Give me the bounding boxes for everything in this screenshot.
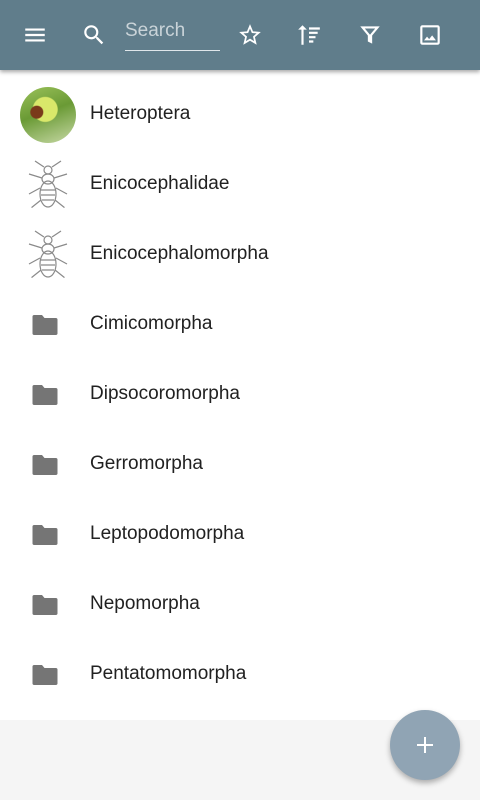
list-item[interactable]: Heteroptera — [0, 70, 480, 143]
list-item-label: Nepomorpha — [90, 593, 200, 614]
search-input[interactable] — [125, 16, 220, 46]
toolbar — [0, 0, 480, 70]
list-item-label: Heteroptera — [90, 103, 191, 124]
folder-icon — [32, 524, 58, 546]
folder-icon — [32, 384, 58, 406]
image-icon — [420, 25, 440, 45]
list-item[interactable]: Pentatomomorpha — [0, 630, 480, 700]
list-item-label: Cimicomorpha — [90, 313, 213, 334]
folder-icon — [32, 664, 58, 686]
taxon-photo — [20, 87, 76, 143]
app: Heteroptera Enicocephalidae — [0, 0, 480, 800]
sort-icon — [298, 25, 320, 45]
list-item-label: Dipsocoromorpha — [90, 383, 240, 404]
list-item-label: Pentatomomorpha — [90, 663, 247, 684]
list-item-label: Enicocephalidae — [90, 173, 230, 194]
favorites-button[interactable] — [232, 17, 268, 53]
list-item-label: Leptopodomorpha — [90, 523, 245, 544]
star-outline-icon — [239, 24, 261, 45]
filter-icon — [360, 26, 380, 44]
plus-icon — [417, 737, 433, 753]
taxon-drawing — [20, 227, 76, 283]
list-item[interactable]: Nepomorpha — [0, 560, 480, 630]
list-item-label: Gerromorpha — [90, 453, 203, 474]
taxon-drawing — [20, 157, 76, 213]
image-button[interactable] — [412, 17, 448, 53]
folder-icon — [32, 594, 58, 616]
search-icon — [84, 25, 104, 45]
list-item[interactable]: Gerromorpha — [0, 420, 480, 490]
taxon-list: Heteroptera Enicocephalidae Enicocephalo… — [0, 70, 480, 720]
menu-icon — [25, 28, 45, 42]
list-item[interactable]: Enicocephalomorpha — [0, 210, 480, 283]
folder-icon — [32, 314, 58, 336]
list-item[interactable]: Leptopodomorpha — [0, 490, 480, 560]
list-item[interactable]: Dipsocoromorpha — [0, 350, 480, 420]
search-field[interactable] — [125, 16, 220, 51]
filter-button[interactable] — [352, 17, 388, 53]
list-item-label: Enicocephalomorpha — [90, 243, 269, 264]
folder-icon — [32, 454, 58, 476]
search-button[interactable] — [76, 17, 112, 53]
list-item[interactable]: Cimicomorpha — [0, 280, 480, 350]
add-button[interactable] — [390, 710, 460, 780]
sort-button[interactable] — [291, 17, 327, 53]
list-item[interactable]: Enicocephalidae — [0, 140, 480, 213]
menu-button[interactable] — [17, 17, 53, 53]
